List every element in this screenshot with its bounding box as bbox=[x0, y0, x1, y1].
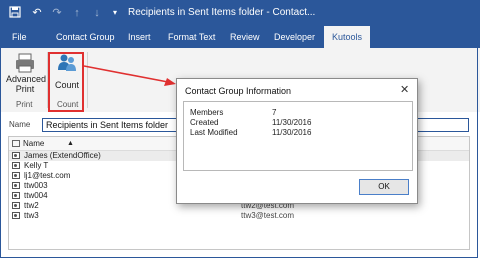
window-frame bbox=[0, 0, 478, 258]
